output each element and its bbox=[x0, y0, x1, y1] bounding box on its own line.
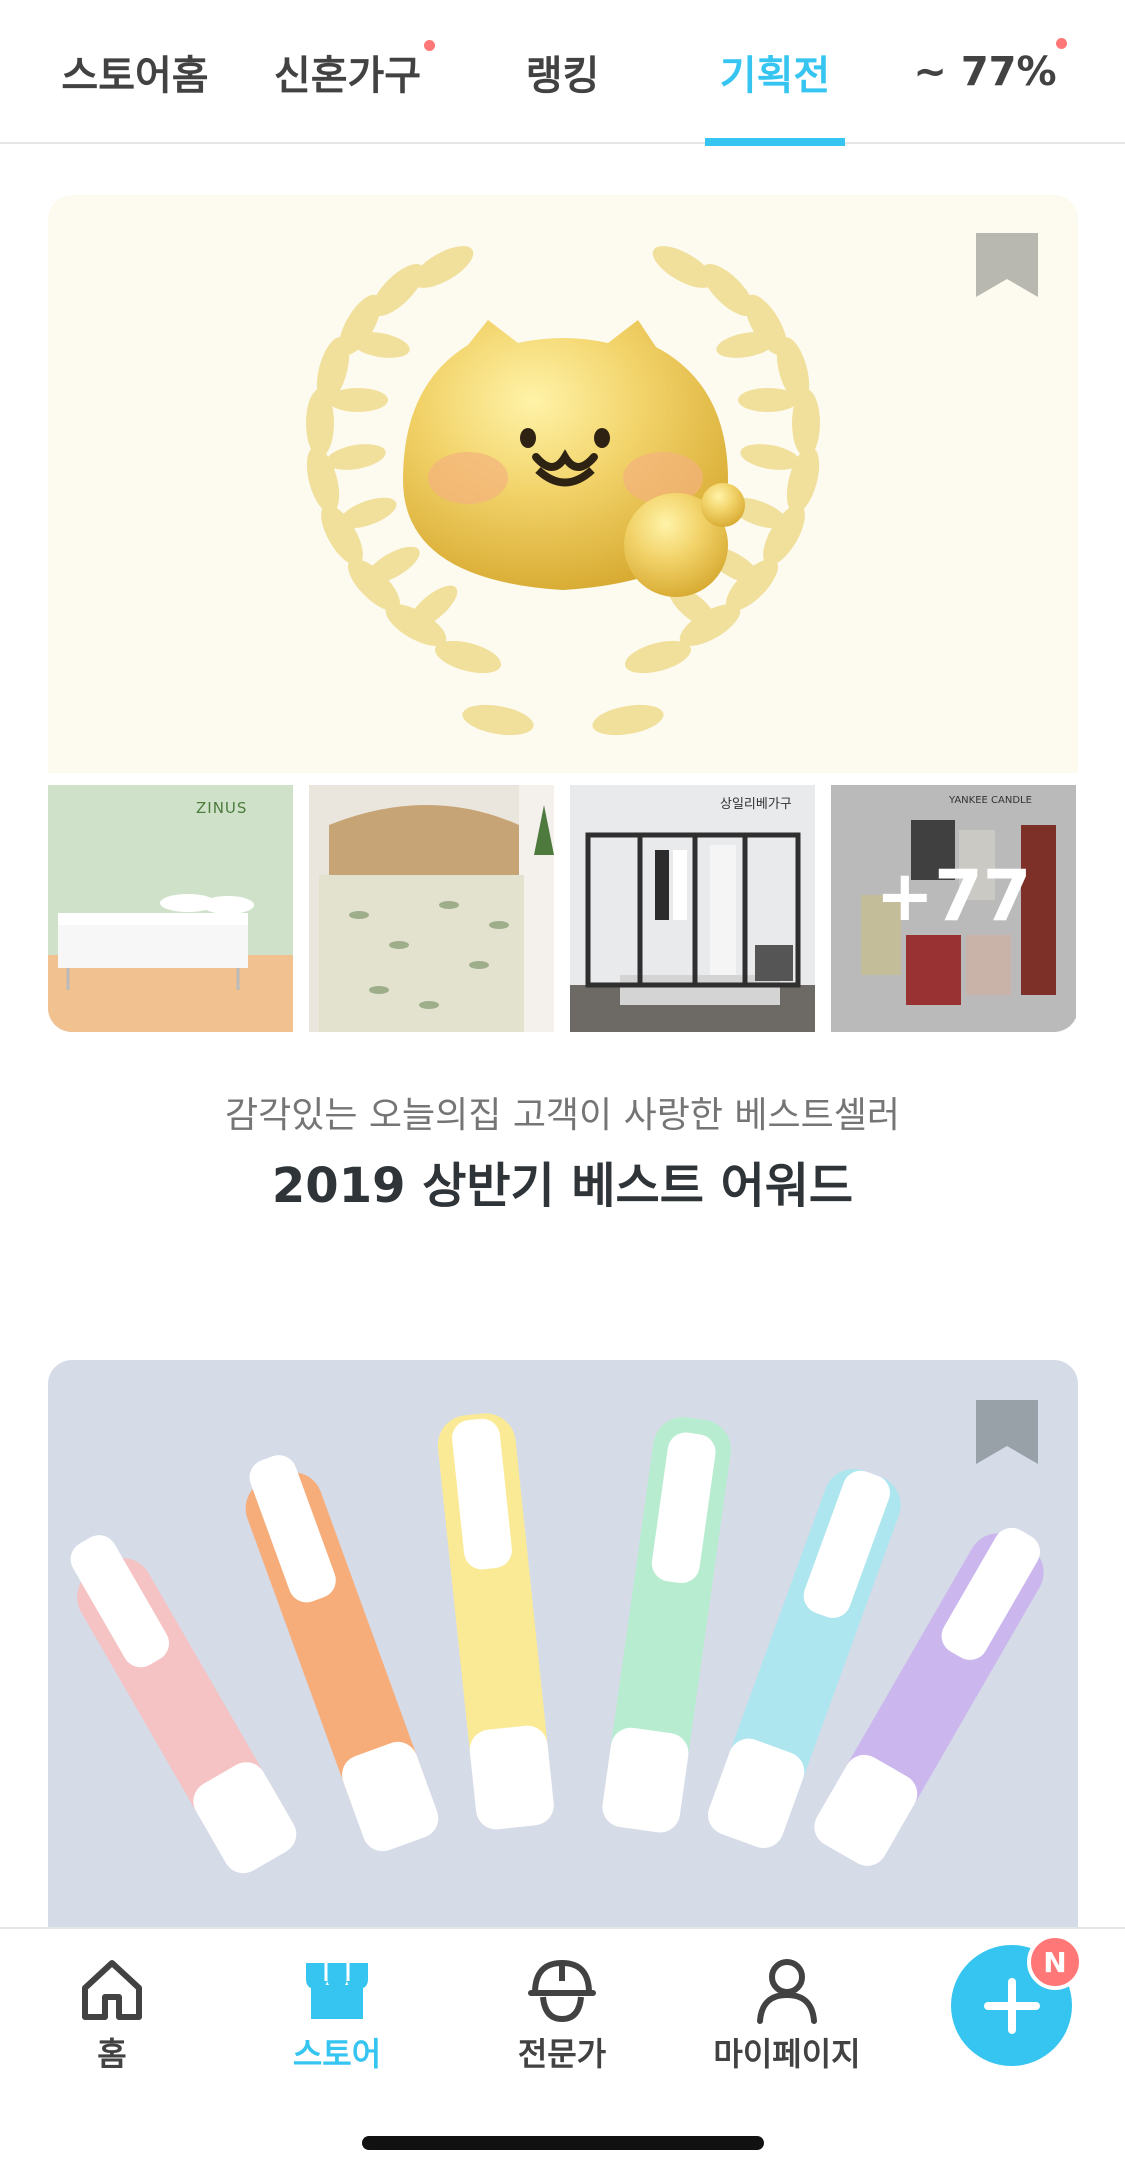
tab-store-home[interactable]: 스토어홈 bbox=[40, 0, 230, 144]
banner-title[interactable]: 2019 상반기 베스트 어워드 bbox=[0, 1146, 1125, 1216]
nav-label: 전문가 bbox=[517, 2035, 607, 2073]
store-icon bbox=[306, 1963, 368, 2019]
product-thumb-mattress[interactable]: ZINUS bbox=[48, 785, 295, 1032]
laurel-cat-trophy-illustration bbox=[306, 246, 820, 736]
bookmark-icon[interactable] bbox=[976, 1400, 1038, 1464]
product-thumb-wardrobe[interactable]: 상일리베가구 bbox=[570, 785, 817, 1032]
tab-exhibition[interactable]: 기획전 bbox=[705, 0, 845, 146]
top-tab-bar: 스토어홈 신혼가구 랭킹 기획전 ~ 77% bbox=[0, 0, 1125, 146]
product-thumbnail-row: ZINUS 상일리베가구 YANKEE CANDLE +77 bbox=[48, 785, 1078, 1032]
tab-label: 랭킹 bbox=[525, 53, 600, 99]
expert-helmet-icon bbox=[528, 1960, 596, 2023]
home-indicator-bar bbox=[362, 2136, 764, 2150]
nav-label: 마이페이지 bbox=[713, 2035, 861, 2073]
product-thumb-candle-more[interactable]: YANKEE CANDLE +77 bbox=[831, 785, 1078, 1032]
pastel-highlighters-photo bbox=[70, 1413, 1044, 1874]
person-icon bbox=[757, 1959, 817, 2024]
brand-logo-text: YANKEE CANDLE bbox=[949, 795, 1032, 806]
tab-ranking[interactable]: 랭킹 bbox=[470, 0, 655, 144]
nav-label: 홈 bbox=[97, 2035, 127, 2073]
more-count-label: +77 bbox=[875, 855, 1032, 937]
bedding-photo bbox=[309, 785, 554, 1032]
product-thumb-bedding[interactable] bbox=[309, 785, 556, 1032]
active-tab-underline bbox=[705, 138, 845, 146]
brand-logo-text: 상일리베가구 bbox=[720, 797, 792, 812]
tab-label: 기획전 bbox=[719, 53, 831, 99]
new-dot-indicator bbox=[424, 40, 435, 51]
tab-newlywed-furniture[interactable]: 신혼가구 bbox=[250, 0, 445, 144]
nav-label: 스토어 bbox=[292, 2035, 382, 2073]
nav-store[interactable]: 스토어 bbox=[257, 1929, 417, 2079]
tab-discount[interactable]: ~ 77% bbox=[895, 0, 1075, 144]
tab-label: 신혼가구 bbox=[273, 53, 422, 99]
nav-expert[interactable]: 전문가 bbox=[482, 1929, 642, 2079]
tab-label: ~ 77% bbox=[913, 49, 1057, 95]
banner-subtitle: 감각있는 오늘의집 고객이 사랑한 베스트셀러 bbox=[224, 1095, 901, 1136]
tab-label: 스토어홈 bbox=[61, 53, 209, 99]
nav-home[interactable]: 홈 bbox=[32, 1929, 192, 2079]
plus-icon bbox=[983, 1977, 1040, 2034]
home-icon bbox=[82, 1960, 142, 2020]
new-badge: N bbox=[1027, 1934, 1083, 1990]
wardrobe-photo bbox=[570, 785, 815, 1032]
nav-mypage[interactable]: 마이페이지 bbox=[707, 1929, 867, 2079]
mattress-photo bbox=[48, 785, 293, 1032]
highlighter-banner[interactable] bbox=[48, 1360, 1078, 1930]
bookmark-icon[interactable] bbox=[976, 233, 1038, 297]
new-dot-indicator bbox=[1056, 38, 1067, 49]
best-award-banner[interactable] bbox=[48, 195, 1078, 773]
brand-logo-text: ZINUS bbox=[196, 799, 248, 817]
